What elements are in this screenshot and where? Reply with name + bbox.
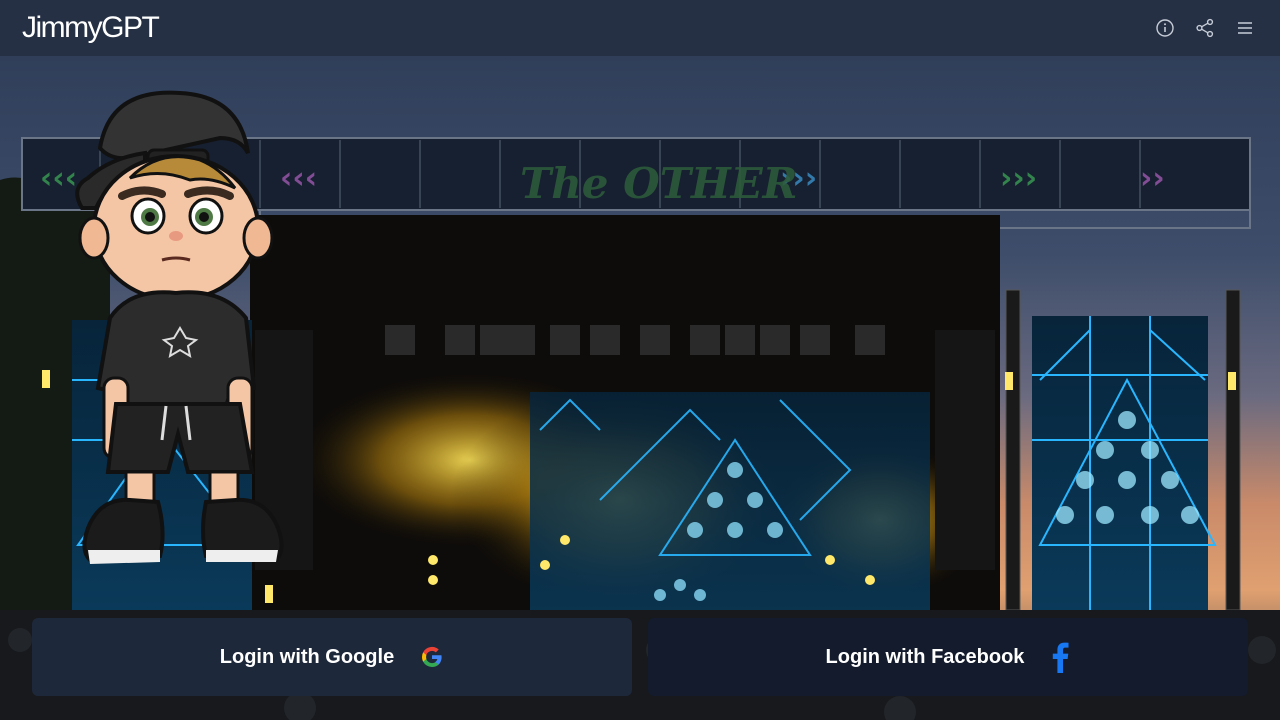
info-icon [1156, 19, 1174, 37]
mascot-character-image [75, 90, 284, 564]
facebook-logo-icon [1050, 641, 1070, 673]
menu-button[interactable] [1232, 15, 1258, 41]
login-page: ‹‹‹ ‹‹‹ ››› ››› ›› The OTHER JimmyGPT Lo… [0, 0, 1280, 720]
app-title: JimmyGPT [22, 11, 160, 44]
google-logo-icon [420, 645, 444, 669]
login-with-google-button[interactable]: Login with Google [32, 618, 632, 696]
login-with-facebook-button[interactable]: Login with Facebook [648, 618, 1248, 696]
svg-text:›››: ››› [1000, 161, 1037, 196]
share-icon [1196, 18, 1214, 38]
login-facebook-label: Login with Facebook [825, 645, 1025, 668]
top-navigation-bar: JimmyGPT [0, 0, 1280, 56]
header-actions [1152, 15, 1258, 41]
svg-text:The OTHER: The OTHER [520, 159, 798, 208]
login-google-label: Login with Google [219, 645, 395, 668]
svg-text:››: ›› [1140, 161, 1165, 196]
info-button[interactable] [1152, 15, 1178, 41]
share-button[interactable] [1192, 15, 1218, 41]
login-options: Login with Google Login with Facebook [32, 618, 1248, 696]
menu-icon [1238, 22, 1252, 34]
